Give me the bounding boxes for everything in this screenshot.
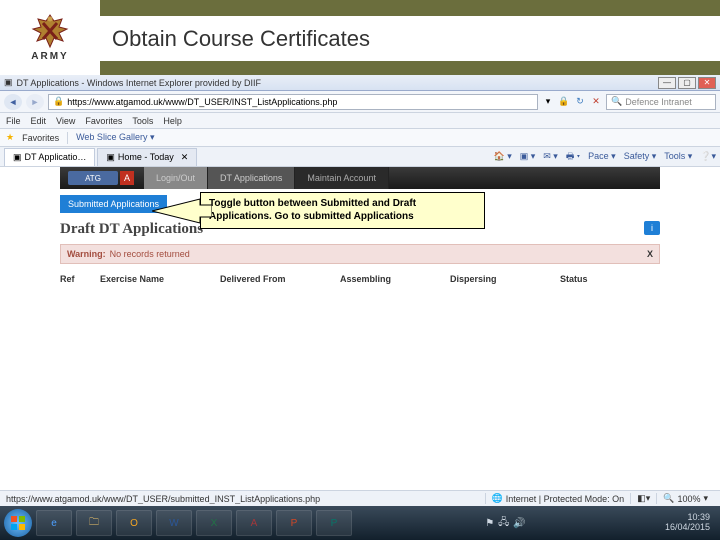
brand-logo[interactable]: ATG	[68, 171, 118, 185]
back-button[interactable]: ◄	[4, 94, 22, 110]
col-exercise-name: Exercise Name	[100, 274, 220, 284]
ie-navigation-bar: ◄ ► 🔒 https://www.atgamod.uk/www/DT_USER…	[0, 91, 720, 113]
ie-status-bar: https://www.atgamod.uk/www/DT_USER/submi…	[0, 490, 720, 506]
refresh-button[interactable]: ↻	[574, 96, 586, 108]
army-label: ARMY	[31, 51, 68, 62]
safety-menu[interactable]: Safety ▾	[624, 149, 657, 165]
army-badge: ARMY	[0, 0, 100, 75]
warning-message: Warning: No records returned X	[60, 244, 660, 264]
info-button[interactable]: i	[644, 221, 660, 235]
app-nav-bar: ATG A Login/Out DT Applications Maintain…	[60, 167, 660, 189]
tab-favicon-icon: ▣	[13, 152, 22, 163]
menu-file[interactable]: File	[6, 116, 21, 126]
tray-network-icon[interactable]: 🖧	[498, 515, 509, 532]
dropdown-icon[interactable]: ▾	[542, 96, 554, 108]
tray-flag-icon[interactable]: ⚑	[485, 518, 494, 529]
close-button[interactable]: ✕	[698, 77, 716, 89]
stop-button[interactable]: ✕	[590, 96, 602, 108]
security-lock-icon: 🔒	[558, 96, 570, 108]
menu-help[interactable]: Help	[163, 116, 182, 126]
search-icon: 🔍	[611, 96, 622, 107]
col-dispersing: Dispersing	[450, 274, 560, 284]
menu-favorites[interactable]: Favorites	[85, 116, 122, 126]
print-button[interactable]: 🖶 ▾	[566, 149, 580, 165]
brand-badge[interactable]: A	[120, 171, 134, 185]
ie-window-titlebar: ▣ DT Applications - Windows Internet Exp…	[0, 75, 720, 91]
status-url: https://www.atgamod.uk/www/DT_USER/submi…	[6, 494, 446, 504]
callout-line1: Toggle button between Submitted and Draf…	[209, 198, 476, 211]
help-button[interactable]: ❔▾	[700, 149, 716, 165]
taskbar-publisher[interactable]: P	[316, 510, 352, 536]
tab-home-today[interactable]: ▣ Home - Today ✕	[97, 148, 197, 166]
menu-edit[interactable]: Edit	[31, 116, 47, 126]
page-title: Obtain Course Certificates	[112, 26, 370, 52]
taskbar-access[interactable]: A	[236, 510, 272, 536]
start-button[interactable]	[4, 509, 32, 537]
status-mode[interactable]: ◧▾	[630, 493, 656, 504]
window-title: DT Applications - Windows Internet Explo…	[17, 78, 656, 88]
col-assembling: Assembling	[340, 274, 450, 284]
page-favicon-icon: ▣	[4, 77, 13, 88]
taskbar-excel[interactable]: X	[196, 510, 232, 536]
tab-label: Home - Today	[118, 152, 174, 162]
windows-logo-icon	[10, 515, 26, 531]
minimize-button[interactable]: —	[658, 77, 676, 89]
nav-maintain-account[interactable]: Maintain Account	[295, 167, 389, 189]
search-placeholder: Defence Intranet	[625, 97, 692, 107]
taskbar-word[interactable]: W	[156, 510, 192, 536]
forward-button[interactable]: ►	[26, 94, 44, 110]
clock[interactable]: 10:39 16/04/2015	[665, 513, 716, 533]
taskbar-powerpoint[interactable]: P	[276, 510, 312, 536]
warning-label: Warning:	[67, 249, 106, 259]
ie-menu-bar: File Edit View Favorites Tools Help	[0, 113, 720, 129]
status-zone: 🌐 Internet | Protected Mode: On	[485, 493, 631, 504]
taskbar-outlook[interactable]: O	[116, 510, 152, 536]
tray-volume-icon[interactable]: 🔊	[513, 518, 525, 529]
taskbar-file-explorer[interactable]: 🗀	[76, 510, 112, 536]
tab-close-icon[interactable]: ✕	[181, 152, 189, 163]
menu-view[interactable]: View	[56, 116, 75, 126]
instruction-callout: Toggle button between Submitted and Draf…	[200, 192, 485, 229]
ie-tab-bar: ▣ DT Applicatio… ▣ Home - Today ✕ 🏠 ▾ ▣ …	[0, 147, 720, 167]
col-ref: Ref	[60, 274, 100, 284]
tab-dt-applications[interactable]: ▣ DT Applicatio…	[4, 148, 95, 166]
feeds-button[interactable]: ▣ ▾	[520, 149, 536, 165]
lock-icon: 🔒	[53, 96, 64, 107]
ie-favorites-bar: ★ Favorites Web Slice Gallery ▾	[0, 129, 720, 147]
favorites-star-icon[interactable]: ★	[6, 132, 14, 143]
callout-line2: Applications. Go to submitted Applicatio…	[209, 211, 476, 224]
mail-button[interactable]: ✉ ▾	[543, 149, 558, 165]
slide-header: ARMY Obtain Course Certificates	[0, 0, 720, 75]
menu-tools[interactable]: Tools	[132, 116, 153, 126]
windows-taskbar: e 🗀 O W X A P P ⚑ 🖧 🔊 10:39 16/04/2015	[0, 506, 720, 540]
col-delivered-from: Delivered From	[220, 274, 340, 284]
tools-menu[interactable]: Tools ▾	[664, 149, 692, 165]
web-slice-link[interactable]: Web Slice Gallery ▾	[76, 132, 154, 143]
taskbar-internet-explorer[interactable]: e	[36, 510, 72, 536]
favorites-label[interactable]: Favorites	[22, 133, 59, 143]
nav-login[interactable]: Login/Out	[144, 167, 208, 189]
tab-favicon-icon: ▣	[106, 152, 115, 163]
callout-arrow-icon	[152, 196, 212, 226]
warning-text: No records returned	[110, 249, 190, 259]
address-bar[interactable]: 🔒 https://www.atgamod.uk/www/DT_USER/INS…	[48, 94, 538, 110]
nav-dt-applications[interactable]: DT Applications	[208, 167, 295, 189]
submitted-applications-toggle[interactable]: Submitted Applications	[60, 195, 167, 213]
home-button[interactable]: 🏠 ▾	[493, 149, 511, 165]
table-header-row: Ref Exercise Name Delivered From Assembl…	[60, 272, 660, 286]
globe-icon: 🌐	[492, 493, 503, 504]
army-crest-icon	[29, 13, 71, 49]
url-text: https://www.atgamod.uk/www/DT_USER/INST_…	[67, 97, 337, 107]
system-tray[interactable]: ⚑ 🖧 🔊	[485, 515, 526, 532]
page-menu[interactable]: Pace ▾	[588, 149, 616, 165]
ie-command-bar: 🏠 ▾ ▣ ▾ ✉ ▾ 🖶 ▾ Pace ▾ Safety ▾ Tools ▾ …	[493, 149, 716, 165]
tab-label: DT Applicatio…	[25, 152, 87, 162]
warning-close-button[interactable]: X	[647, 249, 653, 259]
zoom-icon: 🔍	[663, 493, 674, 504]
search-input[interactable]: 🔍 Defence Intranet	[606, 94, 716, 110]
col-status: Status	[560, 274, 640, 284]
zoom-control[interactable]: 🔍 100% ▾	[656, 493, 714, 504]
maximize-button[interactable]: ▢	[678, 77, 696, 89]
clock-date: 16/04/2015	[665, 523, 710, 533]
